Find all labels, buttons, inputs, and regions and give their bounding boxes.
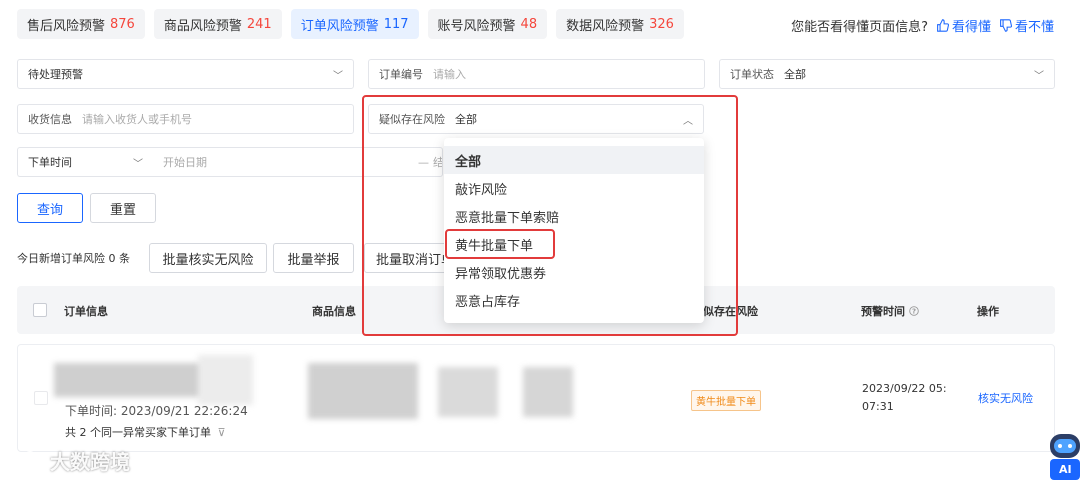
header-alert-time: 预警时间 ? — [861, 303, 919, 319]
order-state-select[interactable]: 订单状态 全部 ﹀ — [719, 59, 1055, 89]
ai-label: AI — [1059, 463, 1072, 476]
tab-count: 117 — [383, 16, 409, 32]
chevron-down-icon: ﹀ — [133, 159, 143, 170]
end-date-placeholder: 结 — [433, 156, 443, 169]
risk-option-extortion[interactable]: 敲诈风险 — [455, 179, 507, 198]
watermark-logo-icon — [7, 450, 43, 469]
abnormal-buyer-text: 共 2 个同一异常买家下单订单 — [65, 426, 211, 439]
risk-option-all[interactable]: 全部 — [455, 151, 481, 170]
tab-account-risk[interactable]: 账号风险预警 48 — [427, 9, 548, 39]
feedback-question: 您能否看得懂页面信息? — [791, 20, 928, 35]
tab-count: 241 — [246, 16, 272, 32]
alert-status-select[interactable]: 待处理预警 ﹀ — [17, 59, 354, 89]
time-type-select[interactable]: 下单时间 ﹀ — [17, 147, 153, 177]
reset-button[interactable]: 重置 — [90, 193, 156, 223]
tab-count: 876 — [110, 16, 135, 32]
date-range-field[interactable]: 开始日期 — 结 — [153, 147, 443, 177]
alert-time-line2: 07:31 — [862, 400, 894, 413]
tab-data-risk[interactable]: 数据风险预警 326 — [556, 9, 684, 39]
order-number-field[interactable]: 订单编号 请输入 — [368, 59, 705, 89]
order-number-placeholder: 请输入 — [433, 68, 466, 81]
suspected-risk-value: 全部 — [455, 113, 477, 126]
thumbs-up-icon — [937, 19, 949, 32]
risk-option-inventory-hoarding[interactable]: 恶意占库存 — [455, 291, 520, 310]
query-button[interactable]: 查询 — [17, 193, 83, 223]
abnormal-buyer-note: 共 2 个同一异常买家下单订单 ⊽ — [65, 424, 226, 440]
order-number-label: 订单编号 — [379, 68, 423, 81]
tab-label: 售后风险预警 — [27, 18, 106, 34]
date-range-separator: — — [418, 155, 429, 169]
receiver-label: 收货信息 — [28, 113, 72, 126]
ai-assistant-button[interactable]: AI — [1046, 430, 1080, 480]
watermark: 大数跨境 — [6, 446, 130, 475]
chevron-down-icon: ﹀ — [1034, 71, 1044, 82]
header-order-info: 订单信息 — [64, 305, 108, 318]
order-id-redacted — [54, 363, 214, 397]
batch-verify-button[interactable]: 批量核实无风险 — [149, 243, 267, 273]
help-icon[interactable]: ? — [909, 306, 919, 316]
header-alert-time-label: 预警时间 — [861, 305, 905, 318]
header-suspected-risk: 似存在风险 — [703, 305, 758, 318]
risk-tag: 黄牛批量下单 — [691, 390, 761, 411]
tab-after-sales-risk[interactable]: 售后风险预警 876 — [17, 9, 145, 39]
product-image-redacted — [308, 363, 418, 419]
filter-icon[interactable]: ⊽ — [218, 426, 226, 439]
receiver-placeholder: 请输入收货人或手机号 — [82, 113, 192, 126]
start-date-placeholder: 开始日期 — [163, 156, 207, 169]
today-new-risk-count: 今日新增订单风险 0 条 — [17, 252, 130, 265]
tab-label: 商品风险预警 — [163, 18, 242, 34]
table-row: 下单时间: 2023/09/21 22:26:24 共 2 个同一异常买家下单订… — [17, 344, 1055, 452]
suspected-risk-label: 疑似存在风险 — [379, 113, 445, 126]
tab-order-risk[interactable]: 订单风险预警 117 — [290, 9, 419, 39]
risk-option-malicious-claim[interactable]: 恶意批量下单索赔 — [455, 207, 559, 226]
risk-dropdown-menu: 全部 敲诈风险 恶意批量下单索赔 黄牛批量下单 异常领取优惠券 恶意占库存 — [444, 138, 704, 323]
tab-product-risk[interactable]: 商品风险预警 241 — [153, 9, 282, 39]
time-type-value: 下单时间 — [28, 156, 72, 169]
alert-status-value: 待处理预警 — [28, 68, 83, 81]
page-feedback: 您能否看得懂页面信息? 看得懂 看不懂 — [791, 16, 1054, 35]
tab-label: 订单风险预警 — [300, 18, 379, 34]
select-all-checkbox[interactable] — [33, 303, 47, 317]
suspected-risk-select[interactable]: 疑似存在风险 全部 ︿ — [368, 104, 704, 134]
order-state-label: 订单状态 — [730, 68, 774, 81]
not-understand-button[interactable]: 看不懂 — [999, 16, 1054, 35]
alert-time-line1: 2023/09/22 05: — [862, 382, 947, 395]
chevron-up-icon: ︿ — [683, 116, 693, 127]
understand-label: 看得懂 — [951, 20, 991, 35]
product-spec-redacted — [523, 367, 573, 417]
svg-text:?: ? — [912, 308, 916, 316]
understand-button[interactable]: 看得懂 — [936, 16, 991, 35]
tab-label: 账号风险预警 — [437, 18, 516, 34]
order-time: 下单时间: 2023/09/21 22:26:24 — [65, 404, 248, 418]
header-operation: 操作 — [977, 305, 999, 318]
header-product-info: 商品信息 — [312, 305, 356, 318]
risk-option-scalper-bulk[interactable]: 黄牛批量下单 — [455, 235, 533, 254]
receiver-info-field[interactable]: 收货信息 请输入收货人或手机号 — [17, 104, 354, 134]
thumbs-down-icon — [1000, 19, 1012, 32]
row-checkbox[interactable] — [34, 391, 48, 405]
risk-option-coupon-abuse[interactable]: 异常领取优惠券 — [455, 263, 546, 282]
verify-no-risk-link[interactable]: 核实无风险 — [978, 390, 1033, 406]
tab-label: 数据风险预警 — [566, 18, 645, 34]
chevron-down-icon: ﹀ — [333, 71, 343, 82]
risk-tabs: 售后风险预警 876 商品风险预警 241 订单风险预警 117 账号风险预警 48 数… — [17, 9, 684, 39]
watermark-text: 大数跨境 — [50, 450, 130, 474]
order-state-value: 全部 — [784, 68, 806, 81]
product-title-redacted — [438, 367, 498, 417]
order-image-redacted — [198, 355, 253, 405]
tab-count: 326 — [649, 16, 674, 32]
selected-option-background — [444, 146, 704, 174]
tab-count: 48 — [520, 16, 538, 32]
not-understand-label: 看不懂 — [1014, 20, 1054, 35]
batch-report-button[interactable]: 批量举报 — [273, 243, 354, 273]
